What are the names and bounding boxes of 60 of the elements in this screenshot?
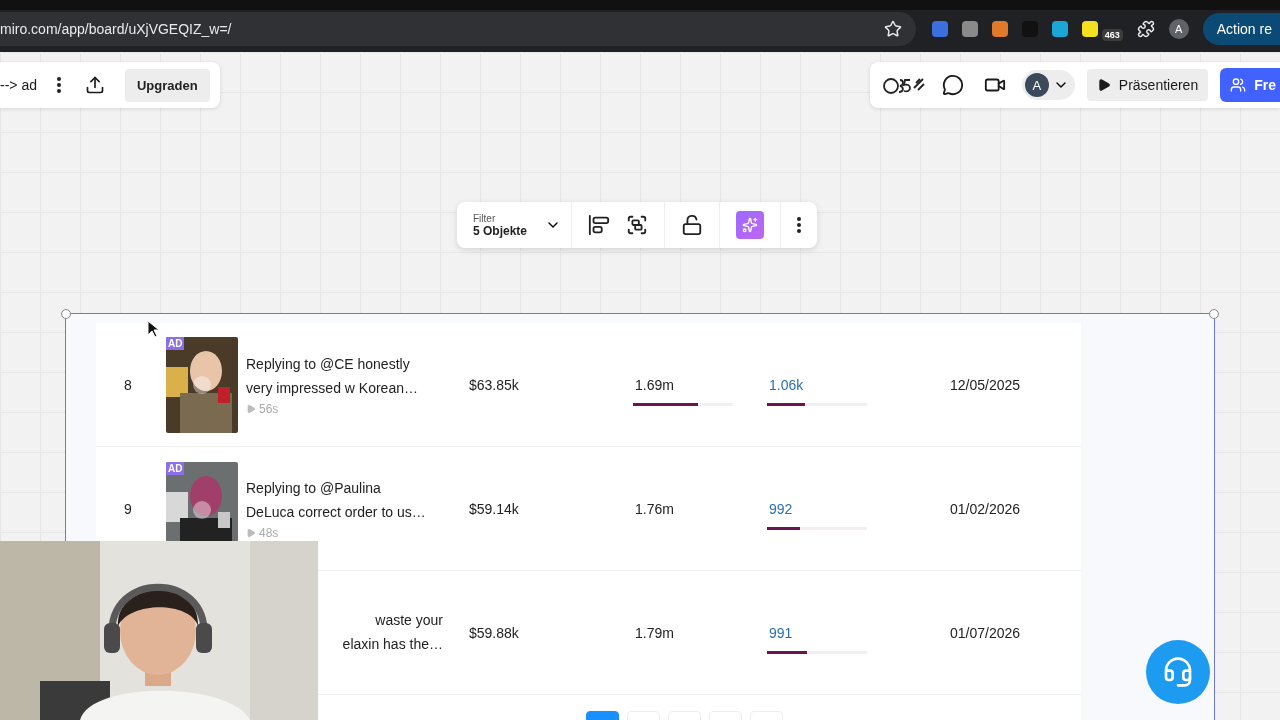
play-icon [246,527,256,538]
video-title: Replying to @Paulina [246,478,381,498]
avatar: A [1024,73,1049,97]
revenue-cell-text: $63.85k [469,376,520,393]
address-bar[interactable]: miro.com/app/board/uXjVGEQIZ_w=/ [0,12,916,46]
date-cell-text: 12/05/2025 [950,376,1022,393]
play-icon [1096,78,1111,92]
more-icon [56,77,61,93]
extension-icon[interactable] [991,21,1008,37]
filter-label: Filter [473,212,496,224]
frame-icon[interactable] [626,214,649,236]
unlock-icon[interactable] [681,214,704,236]
upload-icon [84,75,105,95]
metric-link[interactable]: 1.06k [769,376,804,393]
ad-tag: AD [166,336,185,350]
resize-handle[interactable] [61,309,71,319]
row-number: 9 [123,500,133,517]
date-cell-text: 01/07/2026 [950,624,1022,641]
present-button[interactable]: Präsentieren [1086,69,1209,101]
video-thumbnail[interactable]: AD [166,336,238,433]
resize-handle[interactable] [1209,309,1219,319]
video-title: very impressed w Korean… [246,378,418,398]
avatar-button[interactable]: A [1021,70,1075,100]
extension-badge: 463 [1101,29,1123,41]
upgrade-button[interactable]: Upgraden [124,68,210,102]
align-icon[interactable] [588,214,611,236]
revenue-cell-text: $59.88k [469,624,520,641]
ai-button[interactable] [736,211,765,239]
revenue-cell-text: $59.14k [469,500,520,517]
star-icon[interactable] [883,20,902,38]
row-number: 8 [123,376,133,393]
extension-icon[interactable] [1081,21,1098,37]
filter-dropdown[interactable]: Filter 5 Objekte [457,202,572,248]
action-button[interactable]: Action re [1202,13,1280,45]
cursor-icon [147,320,159,338]
video-title: waste your [375,611,443,630]
date-cell-text: 01/02/2026 [950,500,1022,517]
video-title: elaxin has the… [342,635,443,654]
chat-icon [941,74,964,96]
board-name[interactable]: --> ad [0,77,37,93]
profile-avatar[interactable]: A [1168,19,1189,39]
video-title: Replying to @CE honestly [246,354,410,374]
users-icon [1230,77,1247,93]
duration: 48s [246,525,279,540]
metric-link[interactable]: 991 [769,624,793,641]
puzzle-icon[interactable] [1136,20,1155,38]
sparkle-icon [742,217,759,233]
extension-icon[interactable] [1051,21,1068,37]
play-icon [246,403,256,414]
share-button[interactable]: Fre [1220,68,1280,102]
metric-link[interactable]: 992 [769,500,793,517]
more-icon[interactable] [797,217,802,233]
filter-value: 5 Objekte [473,223,528,238]
views-cell: 1.69m [635,376,674,393]
views-cell: 1.79m [635,624,674,641]
url-text: miro.com/app/board/uXjVGEQIZ_w=/ [0,21,232,37]
headset-icon [1162,656,1194,688]
views-cell: 1.76m [635,500,674,517]
duration: 56s [246,401,279,416]
video-title: DeLuca correct order to us… [246,502,426,522]
